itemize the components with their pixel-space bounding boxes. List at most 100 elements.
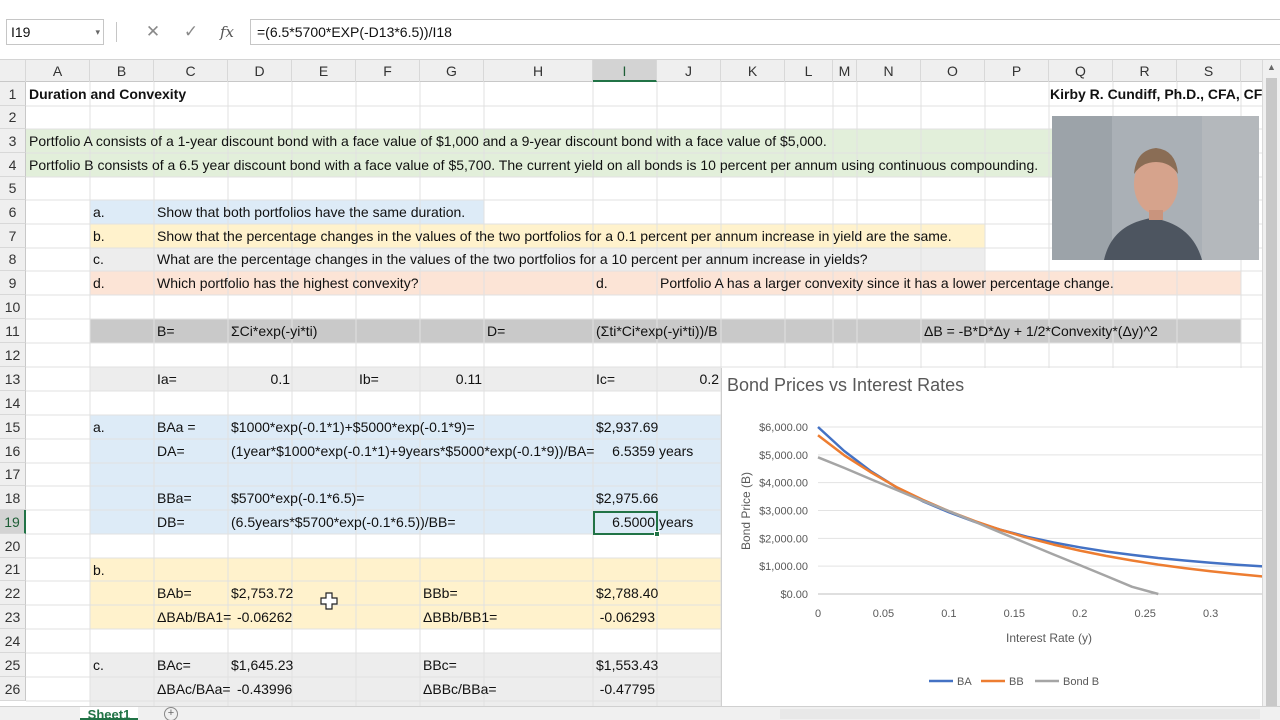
name-box[interactable]: I19 ▾ [6, 19, 104, 45]
active-cell-outline[interactable] [593, 511, 660, 537]
column-header-l[interactable]: L [785, 60, 833, 82]
column-header-a[interactable]: A [26, 60, 90, 82]
delta-bbc-label[interactable]: ΔBBc/BBa= [423, 678, 497, 701]
row-header[interactable]: 10 [0, 295, 26, 319]
rate-a-value[interactable]: 0.1 [228, 368, 290, 391]
row-header[interactable]: 17 [0, 463, 26, 486]
row-header[interactable]: 6 [0, 200, 26, 224]
baa-label[interactable]: BAa = [157, 416, 196, 439]
row-header[interactable]: 11 [0, 319, 26, 343]
column-header-q[interactable]: Q [1049, 60, 1113, 82]
baa-formula[interactable]: $1000*exp(-0.1*1)+$5000*exp(-0.1*9)= [231, 416, 475, 439]
question-b-label[interactable]: b. [93, 225, 105, 248]
row-header[interactable]: 15 [0, 415, 26, 439]
bond-price-formula[interactable]: ΣCi*exp(-yi*ti) [231, 320, 317, 343]
delta-bbb-value[interactable]: -0.06293 [593, 606, 655, 629]
question-a-text[interactable]: Show that both portfolios have the same … [157, 201, 465, 224]
answer-d-label[interactable]: d. [596, 272, 608, 295]
column-header-j[interactable]: J [657, 60, 721, 82]
part-c-label[interactable]: c. [93, 654, 104, 677]
horizontal-scrollbar[interactable] [780, 709, 1260, 719]
row-header[interactable]: 2 [0, 106, 26, 129]
cancel-icon[interactable]: ✕ [140, 19, 166, 45]
rate-b-label[interactable]: Ib= [359, 368, 379, 391]
scroll-up-icon[interactable]: ▲ [1267, 62, 1276, 72]
column-header-h[interactable]: H [484, 60, 593, 82]
bbc-label[interactable]: BBc= [423, 654, 457, 677]
question-c-label[interactable]: c. [93, 248, 104, 271]
bba-value[interactable]: $2,975.66 [596, 487, 658, 510]
row-header[interactable]: 5 [0, 177, 26, 200]
row-header[interactable]: 4 [0, 153, 26, 177]
row-header[interactable]: 7 [0, 224, 26, 248]
da-formula[interactable]: (1year*$1000*exp(-0.1*1)+9years*$5000*ex… [231, 440, 594, 463]
db-unit[interactable]: years [659, 511, 693, 534]
delta-bac-label[interactable]: ΔBAc/BAa= [157, 678, 231, 701]
bab-value[interactable]: $2,753.72 [231, 582, 293, 605]
da-unit[interactable]: years [659, 440, 693, 463]
bbb-value[interactable]: $2,788.40 [596, 582, 658, 605]
sheet-title[interactable]: Duration and Convexity [29, 83, 186, 106]
column-header-b[interactable]: B [90, 60, 154, 82]
row-header[interactable]: 14 [0, 391, 26, 415]
row-header[interactable]: 26 [0, 677, 26, 701]
column-header-d[interactable]: D [228, 60, 292, 82]
bond-price-label[interactable]: B= [157, 320, 175, 343]
rate-a-label[interactable]: Ia= [157, 368, 177, 391]
part-a-label[interactable]: a. [93, 416, 105, 439]
row-header[interactable]: 12 [0, 343, 26, 367]
row-header[interactable]: 24 [0, 629, 26, 653]
bab-label[interactable]: BAb= [157, 582, 192, 605]
row-header[interactable]: 3 [0, 129, 26, 153]
insert-function-icon[interactable]: fx [214, 19, 240, 45]
select-all-corner[interactable] [0, 60, 26, 82]
bond-price-chart[interactable]: Bond Prices vs Interest Rates Interest R… [721, 368, 1264, 708]
delta-bbb-label[interactable]: ΔBBb/BB1= [423, 606, 497, 629]
da-value[interactable]: 6.5359 [593, 440, 655, 463]
row-header[interactable]: 21 [0, 558, 26, 581]
column-header-k[interactable]: K [721, 60, 785, 82]
chevron-down-icon[interactable]: ▾ [95, 20, 100, 44]
duration-formula[interactable]: (Σti*Ci*exp(-yi*ti))/B [596, 320, 717, 343]
question-d-label[interactable]: d. [93, 272, 105, 295]
column-header-c[interactable]: C [154, 60, 228, 82]
question-a-label[interactable]: a. [93, 201, 105, 224]
rate-c-value[interactable]: 0.2 [657, 368, 719, 391]
price-change-formula[interactable]: ΔB = -B*D*Δy + 1/2*Convexity*(Δy)^2 [924, 320, 1158, 343]
author-credit[interactable]: Kirby R. Cundiff, Ph.D., CFA, CFP® [1050, 83, 1280, 106]
delta-bbc-value[interactable]: -0.47795 [593, 678, 655, 701]
bac-label[interactable]: BAc= [157, 654, 191, 677]
db-label[interactable]: DB= [157, 511, 185, 534]
row-header[interactable]: 13 [0, 367, 26, 391]
bac-value[interactable]: $1,645.23 [231, 654, 293, 677]
da-label[interactable]: DA= [157, 440, 185, 463]
baa-value[interactable]: $2,937.69 [596, 416, 658, 439]
row-header[interactable]: 20 [0, 534, 26, 558]
bbc-value[interactable]: $1,553.43 [596, 654, 658, 677]
add-sheet-icon[interactable]: + [164, 707, 178, 720]
row-header[interactable]: 9 [0, 271, 26, 295]
bba-formula[interactable]: $5700*exp(-0.1*6.5)= [231, 487, 365, 510]
portfolio-b-description[interactable]: Portfolio B consists of a 6.5 year disco… [29, 154, 1038, 177]
question-b-text[interactable]: Show that the percentage changes in the … [157, 225, 952, 248]
vertical-scrollbar[interactable]: ▲ [1262, 60, 1280, 718]
row-header[interactable]: 8 [0, 248, 26, 271]
bba-label[interactable]: BBa= [157, 487, 192, 510]
column-header-n[interactable]: N [857, 60, 921, 82]
vertical-scroll-thumb[interactable] [1266, 78, 1277, 718]
portfolio-a-description[interactable]: Portfolio A consists of a 1-year discoun… [29, 130, 827, 153]
row-header[interactable]: 1 [0, 82, 26, 106]
fill-handle[interactable] [654, 531, 660, 537]
column-header-p[interactable]: P [985, 60, 1049, 82]
question-c-text[interactable]: What are the percentage changes in the v… [157, 248, 868, 271]
column-header-f[interactable]: F [356, 60, 420, 82]
delta-bac-value[interactable]: -0.43996 [237, 678, 292, 701]
column-header-g[interactable]: G [420, 60, 484, 82]
column-header-r[interactable]: R [1113, 60, 1177, 82]
delta-bab-label[interactable]: ΔBAb/BA1= [157, 606, 231, 629]
sheet-tab[interactable]: Sheet1 [80, 707, 138, 720]
part-b-label[interactable]: b. [93, 559, 105, 582]
db-formula[interactable]: (6.5years*$5700*exp(-0.1*6.5))/BB= [231, 511, 456, 534]
rate-c-label[interactable]: Ic= [596, 368, 615, 391]
column-header-e[interactable]: E [292, 60, 356, 82]
